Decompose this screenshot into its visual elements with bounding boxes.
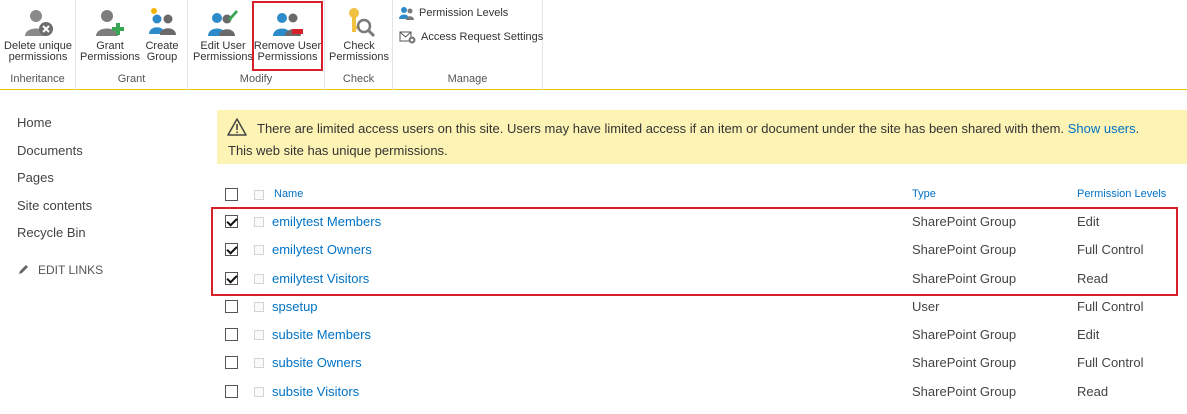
select-all-checkbox[interactable] — [225, 188, 238, 201]
permission-levels-icon — [399, 7, 414, 20]
row-name-link[interactable]: spsetup — [272, 299, 318, 314]
permission-levels-label: Permission Levels — [419, 7, 509, 19]
left-navigation: Home Documents Pages Site contents Recyc… — [17, 115, 197, 277]
ribbon: Delete unique permissions Inheritance Gr… — [0, 0, 1187, 90]
edit-user-permissions-icon — [208, 10, 238, 36]
banner-link-suffix: . — [1135, 121, 1140, 136]
row-permission: Full Control — [1077, 242, 1144, 257]
table-row[interactable]: emilytest Members SharePoint Group Edit — [217, 208, 1187, 236]
show-users-link[interactable]: Show users — [1068, 121, 1136, 136]
row-checkbox[interactable] — [225, 385, 238, 398]
row-checkbox[interactable] — [225, 300, 238, 313]
access-request-settings-icon — [399, 31, 416, 44]
ribbon-group-grant: Grant Permissions Create Group Grant — [76, 0, 188, 90]
row-item-select-box — [254, 387, 264, 397]
ribbon-group-manage: Permission Levels Access Request Setting… — [393, 0, 543, 90]
banner-message: There are limited access users on this s… — [257, 121, 1065, 136]
row-checkbox[interactable] — [225, 243, 238, 256]
access-request-settings-button[interactable]: Access Request Settings — [399, 27, 543, 47]
unique-permissions-note: This web site has unique permissions. — [228, 143, 448, 158]
row-permission: Edit — [1077, 214, 1100, 229]
group-label-check: Check — [342, 73, 375, 85]
group-label-manage: Manage — [447, 73, 488, 85]
row-item-select-box — [254, 358, 264, 368]
row-permission: Full Control — [1077, 299, 1144, 314]
group-label-inheritance: Inheritance — [10, 73, 65, 85]
row-checkbox[interactable] — [225, 356, 238, 369]
table-row[interactable]: subsite Members SharePoint Group Edit — [217, 321, 1187, 349]
permissions-table-header: Name Type Permission Levels — [217, 185, 1187, 207]
create-group-button[interactable]: Create Group — [140, 2, 184, 70]
create-group-label: Create Group — [145, 40, 179, 63]
check-permissions-button[interactable]: Check Permissions — [327, 2, 391, 70]
banner-message-line: There are limited access users on this s… — [257, 121, 1139, 136]
row-type: SharePoint Group — [912, 384, 1017, 399]
row-item-select-box — [254, 217, 264, 227]
row-permission: Edit — [1077, 327, 1100, 342]
column-header-type[interactable]: Type — [912, 188, 936, 200]
row-permission: Full Control — [1077, 355, 1144, 370]
row-type: SharePoint Group — [912, 327, 1017, 342]
edit-user-permissions-button[interactable]: Edit User Permissions — [192, 2, 254, 70]
row-item-select-box — [254, 302, 264, 312]
row-permission: Read — [1077, 384, 1109, 399]
delete-permissions-icon — [25, 10, 53, 36]
column-header-permission-levels[interactable]: Permission Levels — [1077, 188, 1166, 200]
ribbon-group-check: Check Permissions Check — [325, 0, 393, 90]
row-checkbox[interactable] — [225, 215, 238, 228]
warning-icon — [227, 118, 247, 136]
delete-unique-permissions-button[interactable]: Delete unique permissions — [0, 2, 76, 70]
table-row[interactable]: spsetup User Full Control — [217, 293, 1187, 321]
table-row[interactable]: emilytest Visitors SharePoint Group Read — [217, 265, 1187, 293]
delete-unique-permissions-label: Delete unique permissions — [4, 40, 72, 63]
edit-links-label: EDIT LINKS — [38, 262, 104, 277]
table-row[interactable]: subsite Owners SharePoint Group Full Con… — [217, 349, 1187, 377]
column-header-name[interactable]: Name — [274, 188, 303, 200]
nav-item-recycle-bin[interactable]: Recycle Bin — [17, 225, 197, 253]
nav-item-pages[interactable]: Pages — [17, 170, 197, 198]
table-row[interactable]: subsite Visitors SharePoint Group Read — [217, 378, 1187, 406]
ribbon-group-inheritance: Delete unique permissions Inheritance — [0, 0, 76, 90]
permission-levels-button[interactable]: Permission Levels — [399, 3, 508, 23]
check-permissions-label: Check Permissions — [329, 40, 389, 63]
row-type: SharePoint Group — [912, 271, 1017, 286]
row-type: User — [912, 299, 940, 314]
row-checkbox[interactable] — [225, 272, 238, 285]
row-item-select-box — [254, 245, 264, 255]
row-name-link[interactable]: subsite Members — [272, 327, 371, 342]
row-item-select-box — [254, 330, 264, 340]
row-name-link[interactable]: emilytest Members — [272, 214, 381, 229]
nav-item-home[interactable]: Home — [17, 115, 197, 143]
row-permission: Read — [1077, 271, 1109, 286]
remove-user-permissions-icon — [272, 13, 303, 36]
edit-user-permissions-label: Edit User Permissions — [193, 40, 253, 63]
row-name-link[interactable]: subsite Visitors — [272, 384, 359, 399]
ribbon-group-modify: Edit User Permissions Remove User Permis… — [188, 0, 325, 90]
remove-user-permissions-label: Remove User Permissions — [253, 40, 322, 63]
remove-user-permissions-button[interactable]: Remove User Permissions — [252, 1, 323, 71]
grant-permissions-label: Grant Permissions — [80, 40, 140, 63]
pencil-icon — [19, 265, 28, 274]
group-label-grant: Grant — [117, 73, 146, 85]
nav-item-site-contents[interactable]: Site contents — [17, 198, 197, 226]
edit-links-button[interactable]: EDIT LINKS — [17, 263, 197, 277]
row-name-link[interactable]: subsite Owners — [272, 355, 362, 370]
row-type: SharePoint Group — [912, 355, 1017, 370]
create-group-icon — [149, 8, 176, 35]
table-row[interactable]: emilytest Owners SharePoint Group Full C… — [217, 236, 1187, 264]
row-name-link[interactable]: emilytest Visitors — [272, 271, 369, 286]
row-checkbox[interactable] — [225, 328, 238, 341]
row-name-link[interactable]: emilytest Owners — [272, 242, 372, 257]
limited-access-banner: There are limited access users on this s… — [217, 110, 1187, 164]
grant-permissions-button[interactable]: Grant Permissions — [80, 2, 140, 70]
grant-permissions-icon — [96, 10, 124, 36]
nav-item-documents[interactable]: Documents — [17, 143, 197, 171]
row-type: SharePoint Group — [912, 242, 1017, 257]
header-item-select-box — [254, 190, 264, 200]
group-label-modify: Modify — [239, 73, 273, 85]
row-item-select-box — [254, 274, 264, 284]
check-permissions-icon — [349, 8, 375, 38]
row-type: SharePoint Group — [912, 214, 1017, 229]
access-request-settings-label: Access Request Settings — [421, 31, 544, 43]
